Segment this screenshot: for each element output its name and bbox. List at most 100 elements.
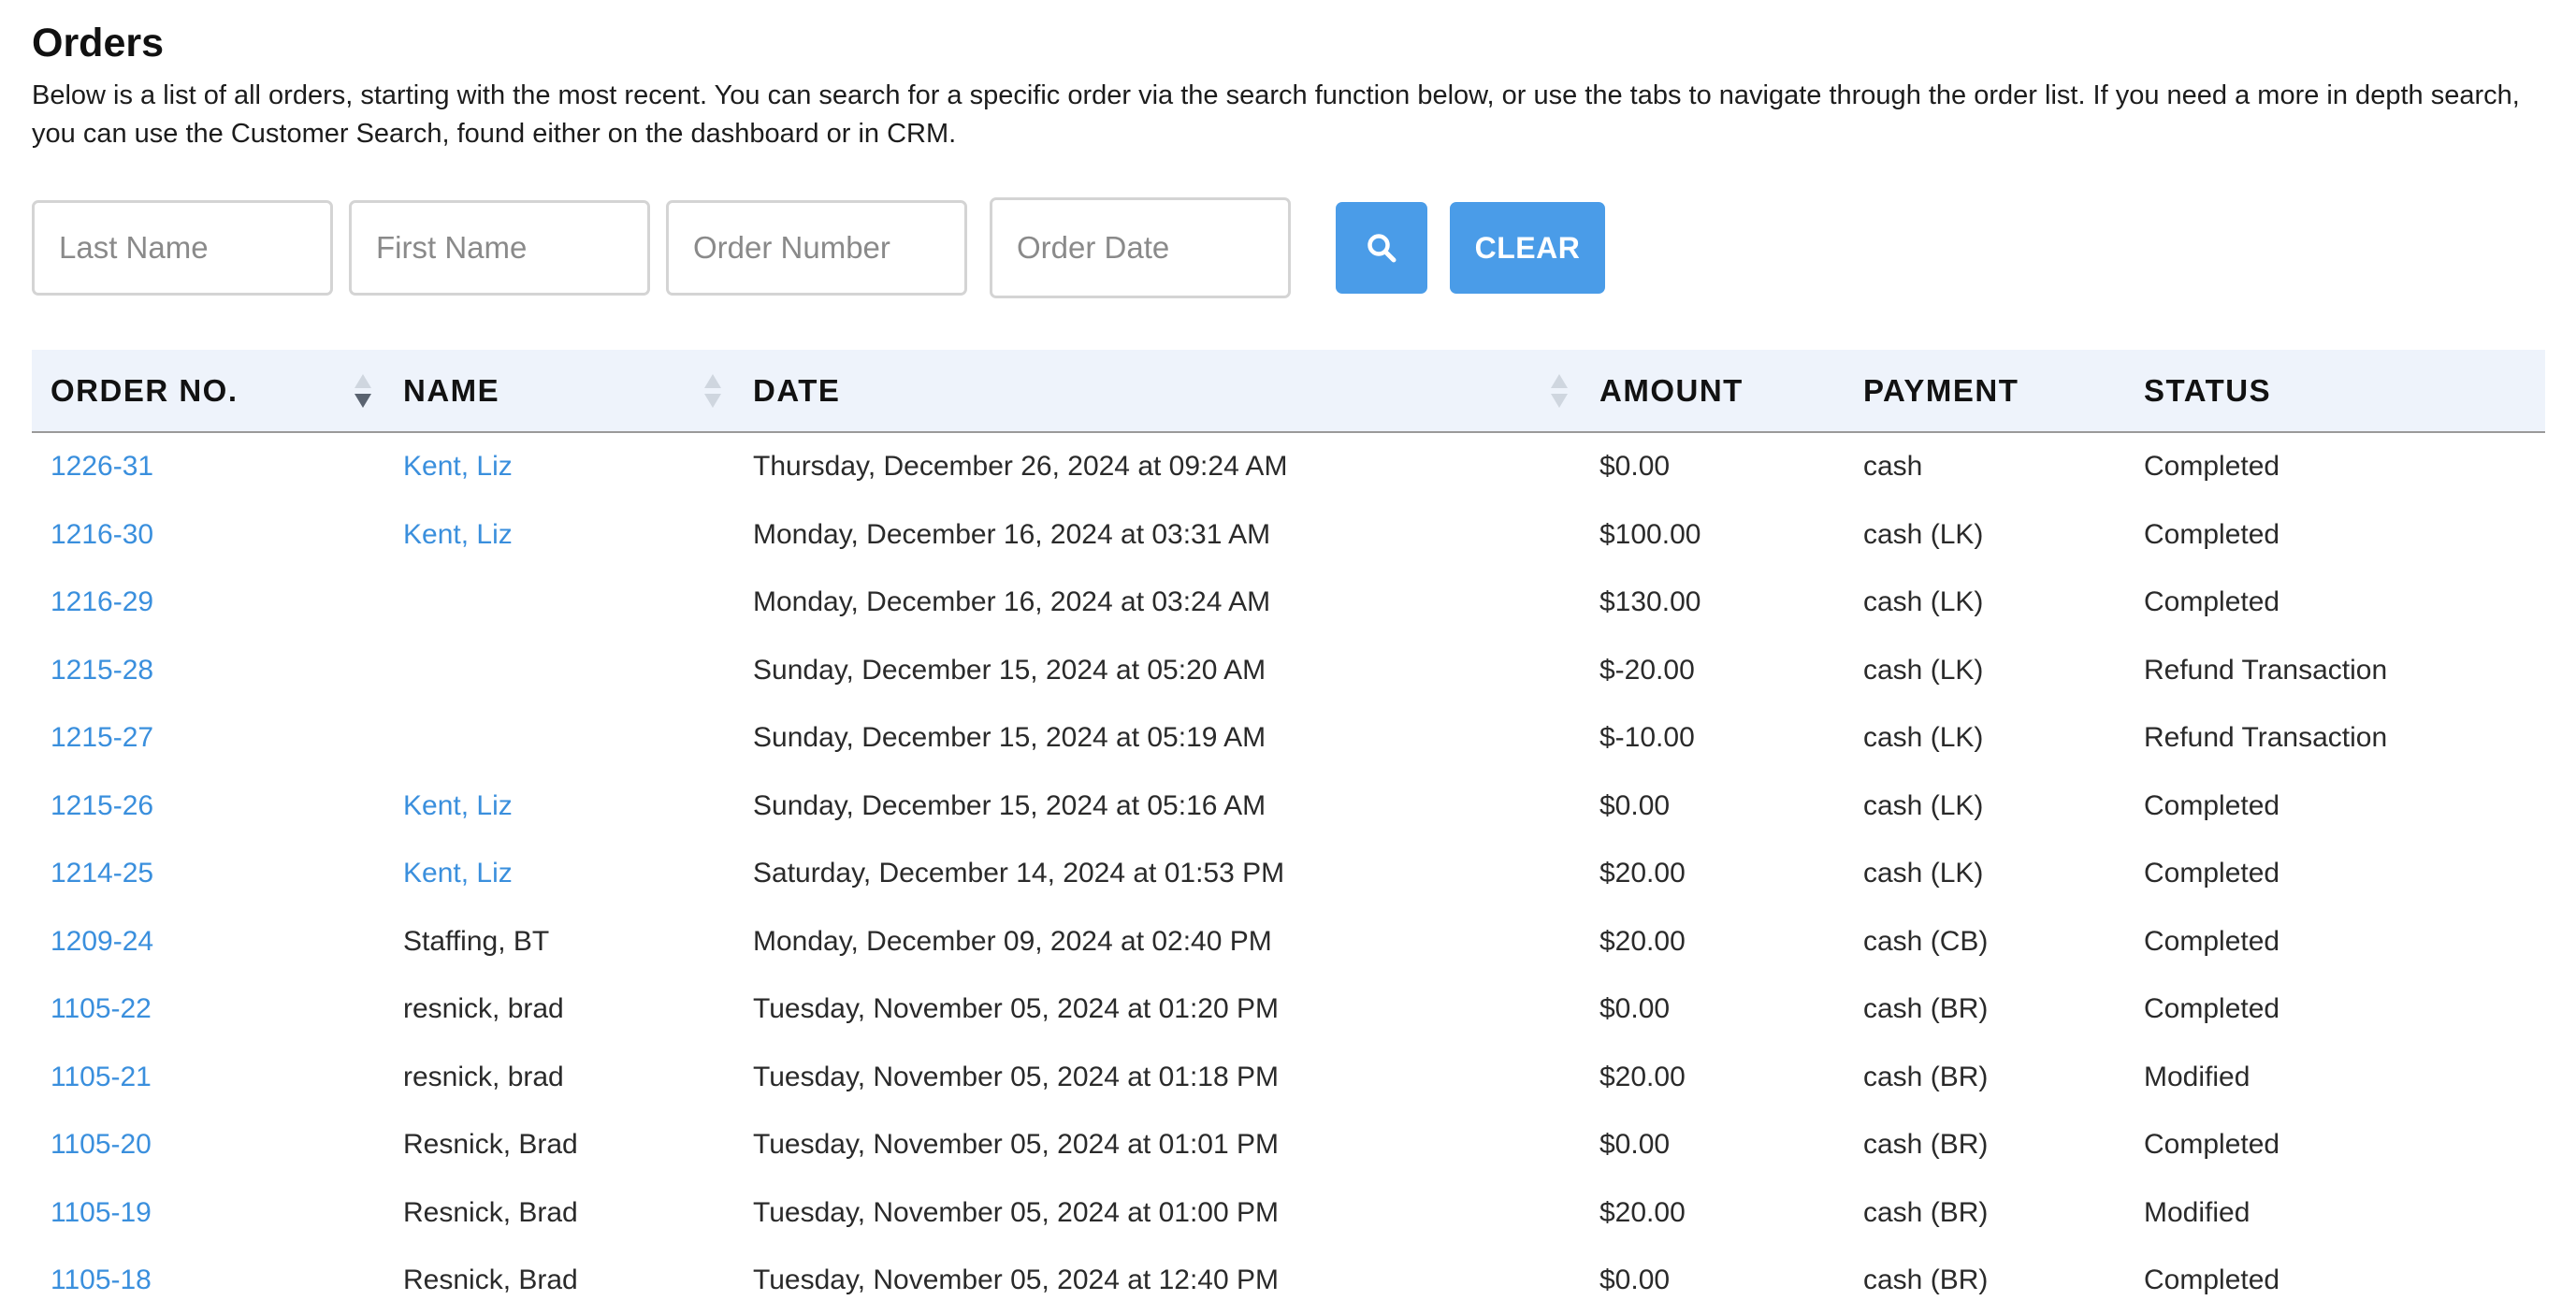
orders-table: ORDER NO. NAME DATE AMOUNT PAYMENT STATU… — [32, 350, 2545, 1315]
order-number-link[interactable]: 1105-21 — [51, 1062, 152, 1092]
order-date-cell: Tuesday, November 05, 2024 at 01:00 PM — [753, 1196, 1279, 1228]
order-number-link[interactable]: 1216-30 — [51, 519, 153, 550]
customer-name-link[interactable]: Kent, Liz — [403, 519, 513, 550]
order-date-cell: Tuesday, November 05, 2024 at 01:20 PM — [753, 993, 1279, 1025]
table-row: 1226-31 Kent, Liz Thursday, December 26, 2… — [32, 432, 2545, 501]
customer-name-cell: resnick, brad — [384, 1044, 734, 1112]
order-number-link[interactable]: 1226-31 — [51, 451, 153, 482]
order-status-cell: Completed — [2144, 925, 2280, 957]
order-no-cell: 1214-25 — [32, 840, 384, 908]
order-number-link[interactable]: 1215-28 — [51, 655, 153, 686]
order-number-link[interactable]: 1214-25 — [51, 858, 153, 889]
order-amount-cell: $20.00 — [1599, 858, 1686, 889]
order-amount-cell: $0.00 — [1599, 789, 1671, 821]
order-number-link[interactable]: 1216-29 — [51, 586, 153, 617]
order-no-cell: 1216-30 — [32, 501, 384, 570]
column-header-label: ORDER NO. — [51, 372, 239, 408]
column-header-label: STATUS — [2144, 372, 2272, 408]
column-header-label: AMOUNT — [1599, 372, 1744, 408]
table-row: 1215-27 Sunday, December 15, 2024 at 05:1… — [32, 704, 2545, 773]
order-status-cell: Completed — [2144, 993, 2280, 1025]
order-amount-cell: $20.00 — [1599, 925, 1686, 957]
order-no-cell: 1215-26 — [32, 773, 384, 841]
last-name-input[interactable] — [32, 200, 333, 296]
order-no-cell: 1105-22 — [32, 975, 384, 1044]
customer-name-link[interactable]: Kent, Liz — [403, 858, 513, 889]
order-status-cell: Completed — [2144, 1264, 2280, 1296]
order-status-cell: Refund Transaction — [2144, 722, 2388, 754]
payment-method-cell: cash (CB) — [1863, 925, 1989, 957]
order-date-cell: Monday, December 16, 2024 at 03:24 AM — [753, 586, 1271, 618]
sort-descending-icon[interactable] — [353, 371, 373, 411]
customer-name-cell — [384, 637, 734, 705]
clear-button[interactable]: CLEAR — [1450, 202, 1605, 294]
table-row: 1215-26 Kent, Liz Sunday, December 15, 202… — [32, 773, 2545, 841]
customer-name: resnick, brad — [403, 1061, 564, 1092]
order-no-cell: 1105-19 — [32, 1179, 384, 1248]
order-number-link[interactable]: 1105-18 — [51, 1264, 152, 1295]
column-header-name[interactable]: NAME — [384, 350, 734, 432]
order-date-cell: Thursday, December 26, 2024 at 09:24 AM — [753, 451, 1288, 483]
sort-icon[interactable] — [1549, 371, 1570, 411]
order-date-input[interactable] — [990, 197, 1291, 298]
column-header-date[interactable]: DATE — [734, 350, 1581, 432]
order-status-cell: Completed — [2144, 789, 2280, 821]
table-row: 1105-19 Resnick, Brad Tuesday, November 05… — [32, 1179, 2545, 1248]
order-number-input[interactable] — [666, 200, 967, 296]
table-header-row: ORDER NO. NAME DATE AMOUNT PAYMENT STATU… — [32, 350, 2545, 432]
order-status-cell: Completed — [2144, 451, 2280, 483]
customer-name-cell — [384, 569, 734, 637]
payment-method-cell: cash (LK) — [1863, 858, 1984, 889]
column-header-amount: AMOUNT — [1581, 350, 1845, 432]
order-no-cell: 1226-31 — [32, 432, 384, 501]
order-status-cell: Completed — [2144, 586, 2280, 618]
order-number-link[interactable]: 1105-22 — [51, 993, 152, 1024]
order-amount-cell: $0.00 — [1599, 451, 1671, 483]
customer-name-cell: Resnick, Brad — [384, 1247, 734, 1315]
order-status-cell: Modified — [2144, 1196, 2250, 1228]
table-row: 1216-29 Monday, December 16, 2024 at 03:2… — [32, 569, 2545, 637]
table-row: 1105-18 Resnick, Brad Tuesday, November 05… — [32, 1247, 2545, 1315]
payment-method-cell: cash (BR) — [1863, 1129, 1989, 1161]
customer-name-cell: Resnick, Brad — [384, 1179, 734, 1248]
column-header-order-no[interactable]: ORDER NO. — [32, 350, 384, 432]
order-amount-cell: $20.00 — [1599, 1196, 1686, 1228]
order-number-link[interactable]: 1209-24 — [51, 926, 153, 957]
sort-icon[interactable] — [702, 371, 723, 411]
order-date-cell: Tuesday, November 05, 2024 at 01:18 PM — [753, 1061, 1279, 1092]
order-number-link[interactable]: 1105-19 — [51, 1197, 152, 1228]
order-status-cell: Modified — [2144, 1061, 2250, 1092]
customer-name: resnick, brad — [403, 993, 564, 1025]
customer-name-link[interactable]: Kent, Liz — [403, 451, 513, 482]
search-button[interactable] — [1336, 202, 1427, 294]
order-status-cell: Refund Transaction — [2144, 654, 2388, 686]
customer-name-link[interactable]: Kent, Liz — [403, 790, 513, 821]
order-amount-cell: $0.00 — [1599, 1129, 1671, 1161]
column-header-status: STATUS — [2125, 350, 2545, 432]
orders-table-body: 1226-31 Kent, Liz Thursday, December 26, 2… — [32, 432, 2545, 1315]
order-date-cell: Sunday, December 15, 2024 at 05:19 AM — [753, 722, 1266, 754]
order-number-link[interactable]: 1105-20 — [51, 1129, 152, 1160]
order-amount-cell: $-20.00 — [1599, 654, 1695, 686]
order-amount-cell: $130.00 — [1599, 586, 1701, 618]
customer-name: Resnick, Brad — [403, 1129, 578, 1161]
customer-name-cell: Kent, Liz — [384, 773, 734, 841]
first-name-input[interactable] — [349, 200, 650, 296]
column-header-label: DATE — [753, 372, 841, 408]
customer-name-cell — [384, 704, 734, 773]
customer-name-cell: Kent, Liz — [384, 840, 734, 908]
customer-name: Staffing, BT — [403, 925, 550, 957]
payment-method-cell: cash (LK) — [1863, 654, 1984, 686]
payment-method-cell: cash (LK) — [1863, 518, 1984, 550]
search-bar: CLEAR — [32, 197, 1605, 298]
order-amount-cell: $20.00 — [1599, 1061, 1686, 1092]
customer-name-cell: resnick, brad — [384, 975, 734, 1044]
order-amount-cell: $0.00 — [1599, 993, 1671, 1025]
order-date-cell: Saturday, December 14, 2024 at 01:53 PM — [753, 858, 1285, 889]
order-number-link[interactable]: 1215-26 — [51, 790, 153, 821]
order-no-cell: 1215-28 — [32, 637, 384, 705]
order-no-cell: 1215-27 — [32, 704, 384, 773]
order-date-cell: Tuesday, November 05, 2024 at 01:01 PM — [753, 1129, 1279, 1161]
order-no-cell: 1105-20 — [32, 1111, 384, 1179]
order-number-link[interactable]: 1215-27 — [51, 722, 153, 753]
